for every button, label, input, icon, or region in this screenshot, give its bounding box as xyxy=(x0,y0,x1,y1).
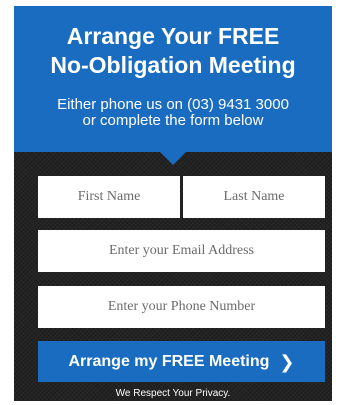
arrange-meeting-button[interactable]: Arrange my FREE Meeting ❯ xyxy=(38,341,325,382)
form-subtitle: Either phone us on (03) 9431 3000 or com… xyxy=(57,96,289,129)
email-input[interactable] xyxy=(38,230,325,272)
last-name-input[interactable] xyxy=(183,176,325,218)
first-name-input[interactable] xyxy=(38,176,180,218)
submit-label: Arrange my FREE Meeting xyxy=(68,352,270,370)
form-title: Arrange Your FREE No-Obligation Meeting xyxy=(50,23,296,78)
header-pointer xyxy=(160,152,186,165)
form-body: Arrange my FREE Meeting ❯ We Respect You… xyxy=(14,152,332,401)
privacy-note: We Respect Your Privacy. xyxy=(115,388,231,399)
phone-input[interactable] xyxy=(38,286,325,328)
meeting-form-widget: Arrange Your FREE No-Obligation Meeting … xyxy=(14,6,332,401)
form-header: Arrange Your FREE No-Obligation Meeting … xyxy=(14,6,332,152)
chevron-right-icon: ❯ xyxy=(279,351,295,372)
